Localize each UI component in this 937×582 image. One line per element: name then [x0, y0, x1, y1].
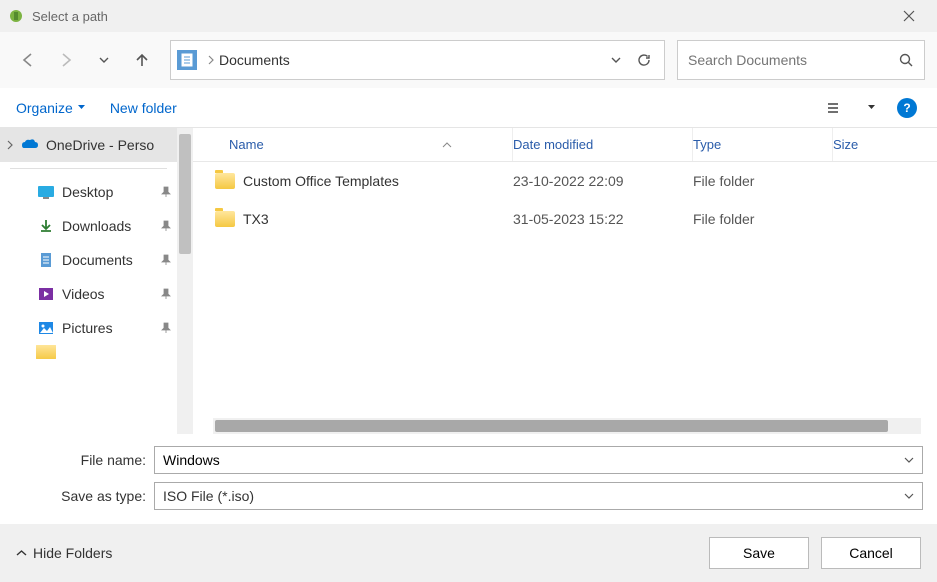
tree-desktop[interactable]: Desktop — [24, 175, 177, 209]
saveas-dropdown[interactable] — [904, 492, 914, 500]
filename-input[interactable] — [163, 452, 904, 468]
cancel-button[interactable]: Cancel — [821, 537, 921, 569]
pin-icon — [161, 220, 171, 232]
column-type[interactable]: Type — [693, 128, 833, 161]
search-box[interactable] — [677, 40, 925, 80]
saveas-field[interactable]: ISO File (*.iso) — [154, 482, 923, 510]
file-date: 23-10-2022 22:09 — [513, 173, 693, 189]
search-icon[interactable] — [898, 52, 914, 68]
nav-row: Documents — [0, 32, 937, 88]
tree-label: OneDrive - Perso — [46, 137, 171, 153]
sidebar-scrollbar[interactable] — [177, 128, 193, 434]
new-folder-button[interactable]: New folder — [110, 100, 177, 116]
documents-icon — [36, 250, 56, 270]
sidebar: OneDrive - Perso Desktop Downloads Docum… — [0, 128, 177, 434]
breadcrumb-location[interactable]: Documents — [219, 52, 290, 68]
file-type: File folder — [693, 173, 833, 189]
tree-pictures[interactable]: Pictures — [24, 311, 177, 345]
save-button[interactable]: Save — [709, 537, 809, 569]
column-name[interactable]: Name — [193, 128, 513, 161]
search-input[interactable] — [688, 52, 898, 68]
view-options-button[interactable] — [821, 94, 849, 122]
organize-button[interactable]: Organize — [16, 100, 86, 116]
recent-dropdown[interactable] — [88, 44, 120, 76]
form-area: File name: Save as type: ISO File (*.iso… — [0, 434, 937, 524]
scrollbar-thumb[interactable] — [215, 420, 888, 432]
pin-icon — [161, 254, 171, 266]
breadcrumb-separator — [207, 55, 215, 65]
saveas-label: Save as type: — [14, 488, 154, 504]
tree-label: Downloads — [62, 218, 161, 234]
onedrive-icon — [20, 135, 40, 155]
tree-divider — [10, 168, 167, 169]
window-title: Select a path — [32, 9, 889, 24]
scrollbar-thumb[interactable] — [179, 134, 191, 254]
address-dropdown[interactable] — [602, 46, 630, 74]
pin-icon — [161, 322, 171, 334]
desktop-icon — [36, 182, 56, 202]
pictures-icon — [36, 318, 56, 338]
pin-icon — [161, 288, 171, 300]
hide-folders-button[interactable]: Hide Folders — [16, 545, 112, 561]
folder-icon — [215, 211, 235, 227]
chevron-up-icon — [16, 549, 27, 557]
chevron-right-icon[interactable] — [6, 140, 20, 150]
titlebar: Select a path — [0, 0, 937, 32]
pin-icon — [161, 186, 171, 198]
horizontal-scrollbar[interactable] — [213, 418, 921, 434]
file-row[interactable]: Custom Office Templates 23-10-2022 22:09… — [193, 162, 937, 200]
footer: Hide Folders Save Cancel — [0, 524, 937, 582]
sort-indicator-icon — [442, 142, 452, 148]
file-pane: Name Date modified Type Size Custom Offi… — [193, 128, 937, 434]
tree-item-partial[interactable] — [24, 345, 177, 359]
toolbar: Organize New folder ? — [0, 88, 937, 128]
help-button[interactable]: ? — [893, 94, 921, 122]
tree-label: Pictures — [62, 320, 161, 336]
file-type: File folder — [693, 211, 833, 227]
column-size[interactable]: Size — [833, 128, 937, 161]
view-dropdown[interactable] — [857, 94, 885, 122]
filename-dropdown[interactable] — [904, 456, 914, 464]
file-name: Custom Office Templates — [243, 173, 399, 189]
close-button[interactable] — [889, 2, 929, 30]
file-row[interactable]: TX3 31-05-2023 15:22 File folder — [193, 200, 937, 238]
file-date: 31-05-2023 15:22 — [513, 211, 693, 227]
tree-label: Documents — [62, 252, 161, 268]
tree-label: Videos — [62, 286, 161, 302]
back-button[interactable] — [12, 44, 44, 76]
videos-icon — [36, 284, 56, 304]
column-headers: Name Date modified Type Size — [193, 128, 937, 162]
forward-button[interactable] — [50, 44, 82, 76]
column-date[interactable]: Date modified — [513, 128, 693, 161]
column-name-label: Name — [229, 137, 264, 152]
main-area: OneDrive - Perso Desktop Downloads Docum… — [0, 128, 937, 434]
address-bar[interactable]: Documents — [170, 40, 665, 80]
organize-label: Organize — [16, 100, 73, 116]
tree-downloads[interactable]: Downloads — [24, 209, 177, 243]
tree-label: Desktop — [62, 184, 161, 200]
hide-folders-label: Hide Folders — [33, 545, 112, 561]
help-icon: ? — [897, 98, 917, 118]
documents-icon — [177, 50, 197, 70]
filename-field[interactable] — [154, 446, 923, 474]
app-icon — [8, 8, 24, 24]
saveas-value: ISO File (*.iso) — [163, 488, 904, 504]
column-date-label: Date modified — [513, 137, 593, 152]
file-name: TX3 — [243, 211, 269, 227]
filename-label: File name: — [14, 452, 154, 468]
tree-onedrive[interactable]: OneDrive - Perso — [0, 128, 177, 162]
downloads-icon — [36, 216, 56, 236]
tree-documents[interactable]: Documents — [24, 243, 177, 277]
up-button[interactable] — [126, 44, 158, 76]
refresh-button[interactable] — [630, 46, 658, 74]
folder-icon — [36, 345, 56, 359]
column-size-label: Size — [833, 137, 858, 152]
tree-videos[interactable]: Videos — [24, 277, 177, 311]
column-type-label: Type — [693, 137, 721, 152]
folder-icon — [215, 173, 235, 189]
